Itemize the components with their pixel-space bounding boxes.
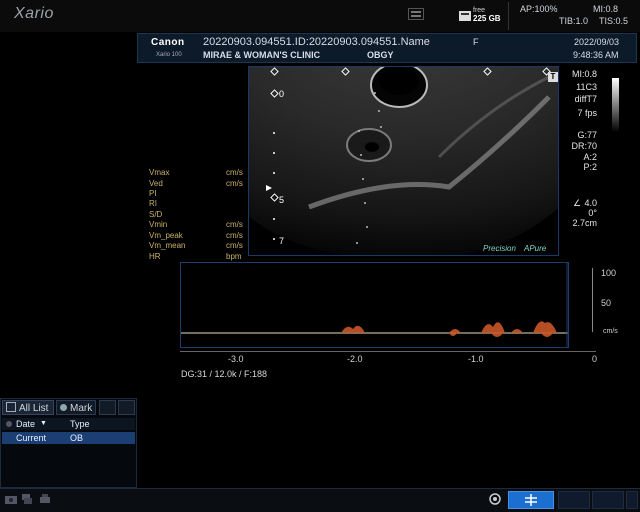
transfer-icon[interactable] <box>20 492 34 510</box>
meas-label: Ved <box>149 179 163 188</box>
meas-label: RI <box>149 199 157 208</box>
param-dr: DR:70 <box>571 141 597 151</box>
meas-label: Vm_mean <box>149 241 186 250</box>
bottom-button[interactable] <box>592 491 624 509</box>
param-probe: 11C3 <box>576 82 597 92</box>
tib-value: TIB:1.0 <box>559 16 589 26</box>
list-column-header[interactable]: Date ▼ Type <box>2 418 135 430</box>
list-button[interactable] <box>118 400 135 415</box>
list-button[interactable] <box>99 400 116 415</box>
time-tick: -3.0 <box>228 354 244 364</box>
doppler-scale-line <box>592 268 593 332</box>
tab-all-list[interactable]: All List <box>2 400 54 415</box>
param-angle2: 0° <box>588 208 597 218</box>
ultrasound-image[interactable] <box>248 66 559 256</box>
doppler-scale-100: 100 <box>601 268 617 278</box>
time-axis-line <box>180 351 596 352</box>
list-tabs: All List Mark <box>2 400 135 415</box>
param-p: P:2 <box>583 162 597 172</box>
keyboard-icon[interactable] <box>408 8 424 20</box>
grayscale-bar <box>612 78 619 132</box>
patient-sex: F <box>473 37 479 47</box>
meas-label: Vmin <box>149 220 168 229</box>
param-depth: 2.7cm <box>572 218 597 228</box>
brand-logo: Canon <box>151 37 185 48</box>
meas-label: S/D <box>149 210 163 219</box>
row-name: Current <box>16 433 47 443</box>
meas-unit: cm/s <box>226 168 243 177</box>
tis-value: TIS:0.5 <box>599 16 629 26</box>
param-mi: MI:0.8 <box>571 69 597 79</box>
time-tick: -1.0 <box>468 354 484 364</box>
patient-id: 20220903.094551.ID:20220903.094551.Name <box>203 36 430 48</box>
depth-mark-0: 0 <box>279 89 285 99</box>
mi-value: MI:0.8 <box>593 4 619 14</box>
disk-icon <box>458 8 472 29</box>
disk-free-label: free <box>473 7 486 14</box>
list-row-current[interactable]: Current OB <box>2 432 135 444</box>
tab-mark[interactable]: Mark <box>56 400 96 415</box>
depth-mark-5: 5 <box>279 195 285 205</box>
app-logo: Xario <box>14 5 54 22</box>
meas-unit: cm/s <box>226 231 243 240</box>
meas-label: Vm_peak <box>149 231 183 240</box>
settings-icon[interactable] <box>488 492 502 511</box>
depth-mark-7: 7 <box>279 236 285 246</box>
meas-unit: cm/s <box>226 220 243 229</box>
meas-label: Vmax <box>149 168 170 177</box>
exam-time: 9:48:36 AM <box>573 50 619 60</box>
sort-icon <box>6 421 12 427</box>
bottom-button[interactable] <box>558 491 590 509</box>
department: OBGY <box>367 50 394 60</box>
meas-label: PI <box>149 189 157 198</box>
doppler-scale-50: 50 <box>601 298 612 308</box>
meas-label: HR <box>149 252 161 261</box>
doppler-info: DG:31 / 12.0k / F:188 <box>181 369 268 379</box>
model-label: Xario 100 <box>156 52 182 58</box>
apure-label: APure <box>524 244 547 253</box>
param-mode: diffT7 <box>574 94 597 104</box>
mark-icon <box>60 404 67 411</box>
doppler-trace[interactable] <box>180 262 569 348</box>
param-gain: G:77 <box>577 130 597 140</box>
chevron-down-icon: ▼ <box>40 420 47 427</box>
freeze-button[interactable] <box>508 491 554 509</box>
exam-date: 2022/09/03 <box>574 37 620 47</box>
param-angle: 4.0 <box>584 198 597 208</box>
meas-unit: cm/s <box>226 241 243 250</box>
col-type[interactable]: Type <box>70 418 90 430</box>
doppler-scale-unit: cm/s <box>603 328 618 335</box>
param-a: A:2 <box>583 152 597 162</box>
sys-divider <box>508 2 509 30</box>
t-marker: T <box>548 72 558 82</box>
hospital-name: MIRAE & WOMAN'S CLINIC <box>203 50 321 60</box>
meas-unit: bpm <box>226 252 242 261</box>
list-icon <box>6 402 16 412</box>
print-icon[interactable] <box>38 492 52 510</box>
time-tick: 0 <box>592 354 598 364</box>
disk-free-size: 225 GB <box>473 14 501 23</box>
bottom-button[interactable] <box>626 491 638 509</box>
meas-unit: cm/s <box>226 179 243 188</box>
param-fps: 7 fps <box>577 108 597 118</box>
ap-value: AP:100% <box>520 4 558 14</box>
row-type: OB <box>70 433 84 443</box>
precision-label: Precision <box>483 244 516 253</box>
camera-icon[interactable] <box>4 492 18 510</box>
col-date[interactable]: Date <box>16 418 35 430</box>
time-tick: -2.0 <box>347 354 363 364</box>
